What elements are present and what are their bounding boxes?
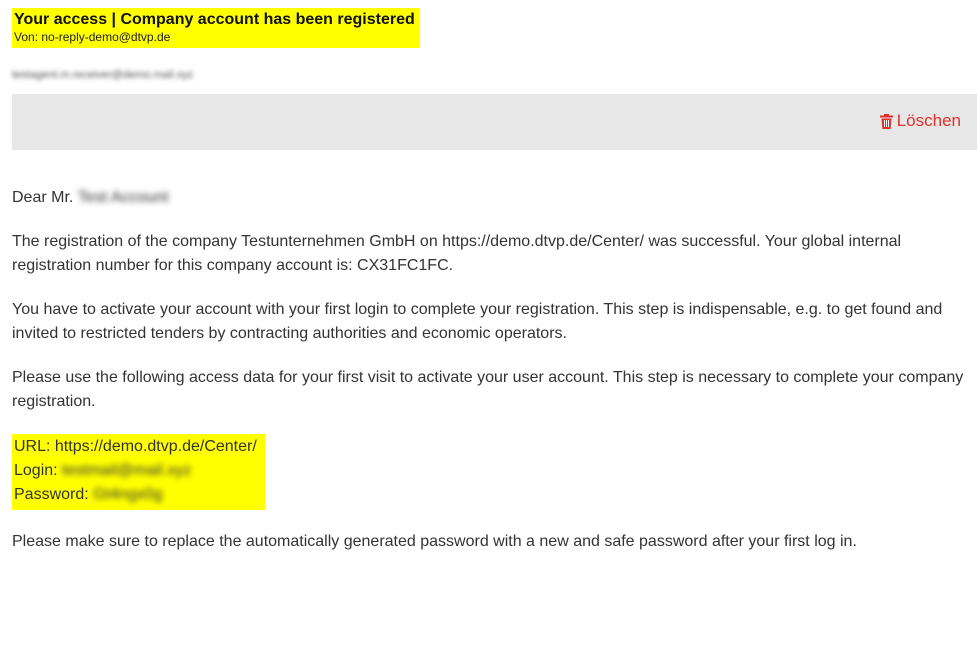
password-value: Gt4ngx0g [93, 486, 163, 503]
login-value: testmail@mail.xyz [62, 462, 192, 479]
paragraph-access-intro: Please use the following access data for… [12, 369, 964, 410]
recipient-line: testagent.m.receiver@demo.mail.xyz [12, 69, 194, 81]
paragraph-password-change: Please make sure to replace the automati… [12, 533, 857, 550]
trash-icon [879, 113, 893, 129]
greeting-name: Test Account [77, 189, 169, 206]
greeting: Dear Mr. Test Account [12, 186, 977, 210]
delete-button[interactable]: Löschen [879, 111, 961, 131]
email-body: Dear Mr. Test Account The registration o… [12, 186, 977, 574]
from-line: Von: no-reply-demo@dtvp.de [14, 30, 415, 44]
email-subject: Your access | Company account has been r… [14, 11, 415, 28]
password-label: Password: [14, 486, 89, 503]
greeting-prefix: Dear Mr. [12, 189, 74, 206]
paragraph-registration: The registration of the company Testunte… [12, 233, 902, 274]
access-data-highlight: URL: https://demo.dtvp.de/Center/ Login:… [12, 434, 265, 510]
email-toolbar: Löschen [12, 94, 977, 150]
email-header: Your access | Company account has been r… [12, 8, 420, 48]
access-url: URL: https://demo.dtvp.de/Center/ [14, 438, 257, 455]
delete-label: Löschen [896, 111, 961, 130]
login-label: Login: [14, 462, 58, 479]
from-address: no-reply-demo@dtvp.de [41, 30, 171, 44]
paragraph-activation: You have to activate your account with y… [12, 301, 943, 342]
access-password: Password: Gt4ngx0g [14, 483, 257, 507]
access-login: Login: testmail@mail.xyz [14, 459, 257, 483]
from-label: Von: [14, 30, 39, 44]
subject-highlight: Your access | Company account has been r… [12, 8, 420, 48]
